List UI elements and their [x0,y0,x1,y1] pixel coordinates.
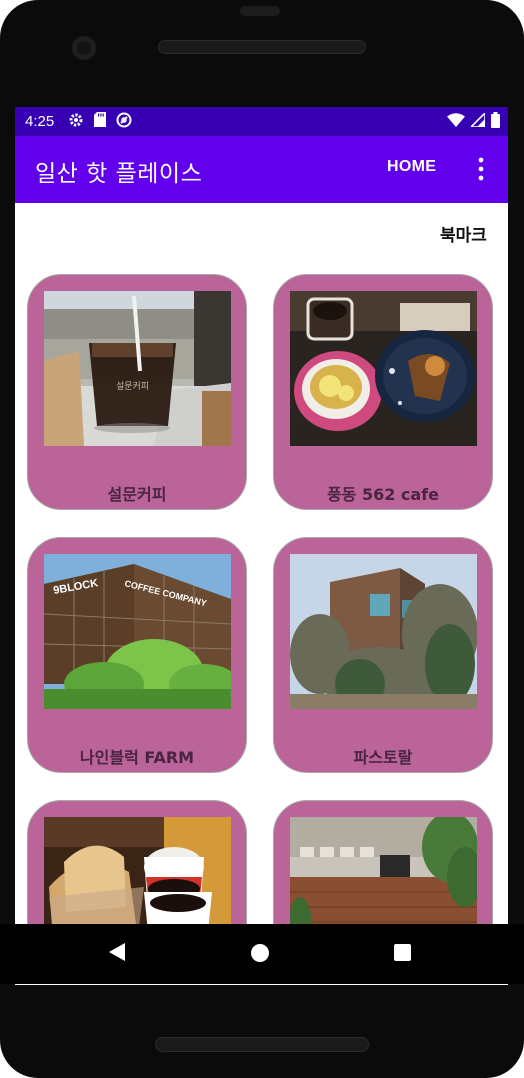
app-bar: 일산 핫 플레이스 HOME [15,136,508,203]
place-name: 파스토랄 [353,748,413,767]
bookmark-button[interactable]: 북마크 [440,221,487,246]
home-circle-icon[interactable] [251,944,269,962]
bottom-speaker [155,1037,369,1052]
recents-square-icon[interactable] [394,944,411,961]
status-bar: 4:25 [15,107,508,136]
place-card[interactable]: 파스토랄 [273,537,493,773]
screen: 4:25 일산 핫 플레이스 HOME 북마크 설문커피 설문커피 풍동 562… [15,107,508,985]
earpiece-speaker [158,40,366,54]
app-title: 일산 핫 플레이스 [35,161,203,187]
phone-frame: 4:25 일산 핫 플레이스 HOME 북마크 설문커피 설문커피 풍동 562… [0,0,524,1078]
place-photo-counter [290,817,477,925]
home-button[interactable]: HOME [387,158,436,176]
battery-icon [491,111,500,132]
wifi-icon [447,112,465,131]
place-card[interactable]: 설문커피 설문커피 [27,274,247,510]
place-card[interactable] [27,800,247,925]
place-photo-tea-cake [290,291,477,446]
place-photo-bread-coffee [44,817,231,925]
settings-icon [68,112,84,132]
more-vert-icon[interactable] [471,156,491,182]
vpn-icon [116,112,132,132]
front-camera [72,36,96,60]
place-card[interactable] [273,800,493,925]
sd-card-icon [94,112,107,131]
place-name: 설문커피 [107,485,167,504]
svg-text:설문커피: 설문커피 [116,381,149,392]
place-photo-iced-coffee: 설문커피 [44,291,231,446]
place-photo-brick-house [290,554,477,709]
top-notch [240,6,280,16]
status-time: 4:25 [25,113,55,130]
place-name: 풍동 562 cafe [326,485,440,504]
place-list[interactable]: 북마크 설문커피 설문커피 풍동 562 cafe 9BLOCK COFFEE … [15,203,508,925]
signal-icon [469,111,486,131]
place-card[interactable]: 풍동 562 cafe [273,274,493,510]
place-photo-building: 9BLOCK COFFEE COMPANY [44,554,231,709]
back-triangle-icon[interactable] [107,941,127,967]
place-card[interactable]: 9BLOCK COFFEE COMPANY 나인블럭 FARM [27,537,247,773]
place-name: 나인블럭 FARM [79,748,195,767]
